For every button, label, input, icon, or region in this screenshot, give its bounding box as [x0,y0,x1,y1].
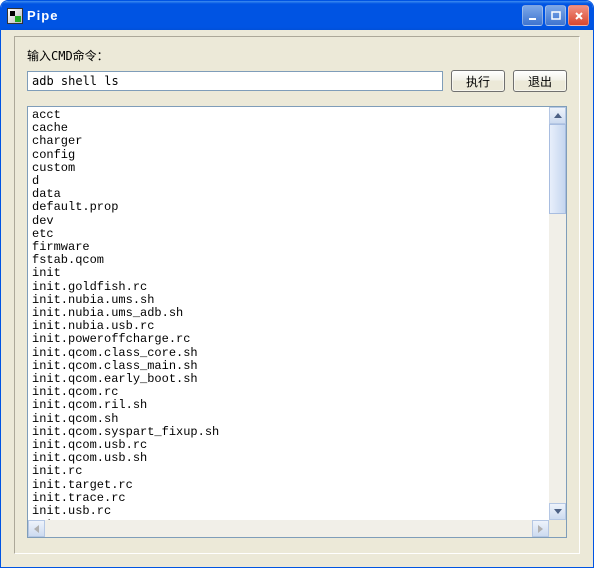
titlebar[interactable]: Pipe [1,1,593,30]
vertical-scroll-thumb[interactable] [549,124,566,214]
scroll-right-button[interactable] [532,520,549,537]
chevron-up-icon [554,113,562,118]
window-title: Pipe [27,8,522,23]
execute-button[interactable]: 执行 [451,70,505,92]
output-text[interactable]: acct cache charger config custom d data … [28,107,549,520]
scroll-down-button[interactable] [549,503,566,520]
scroll-up-button[interactable] [549,107,566,124]
app-window: Pipe 输入CMD命令： 执行 退出 acct cache charger c… [0,0,594,568]
minimize-button[interactable] [522,5,543,26]
close-button[interactable] [568,5,589,26]
maximize-icon [551,11,561,21]
exit-button[interactable]: 退出 [513,70,567,92]
app-icon [7,8,23,24]
scroll-left-button[interactable] [28,520,45,537]
command-row: 执行 退出 [27,70,567,92]
vertical-scrollbar[interactable] [549,107,566,520]
chevron-right-icon [538,525,543,533]
window-controls [522,5,589,26]
content-panel: 输入CMD命令： 执行 退出 acct cache charger config… [14,36,580,554]
client-area: 输入CMD命令： 执行 退出 acct cache charger config… [4,30,590,564]
scrollbar-corner [549,520,566,537]
minimize-icon [528,11,538,21]
command-input[interactable] [27,71,443,91]
maximize-button[interactable] [545,5,566,26]
cmd-label: 输入CMD命令： [27,47,567,64]
close-icon [574,11,584,21]
output-panel: acct cache charger config custom d data … [27,106,567,538]
chevron-down-icon [554,509,562,514]
chevron-left-icon [34,525,39,533]
horizontal-scrollbar[interactable] [28,520,549,537]
